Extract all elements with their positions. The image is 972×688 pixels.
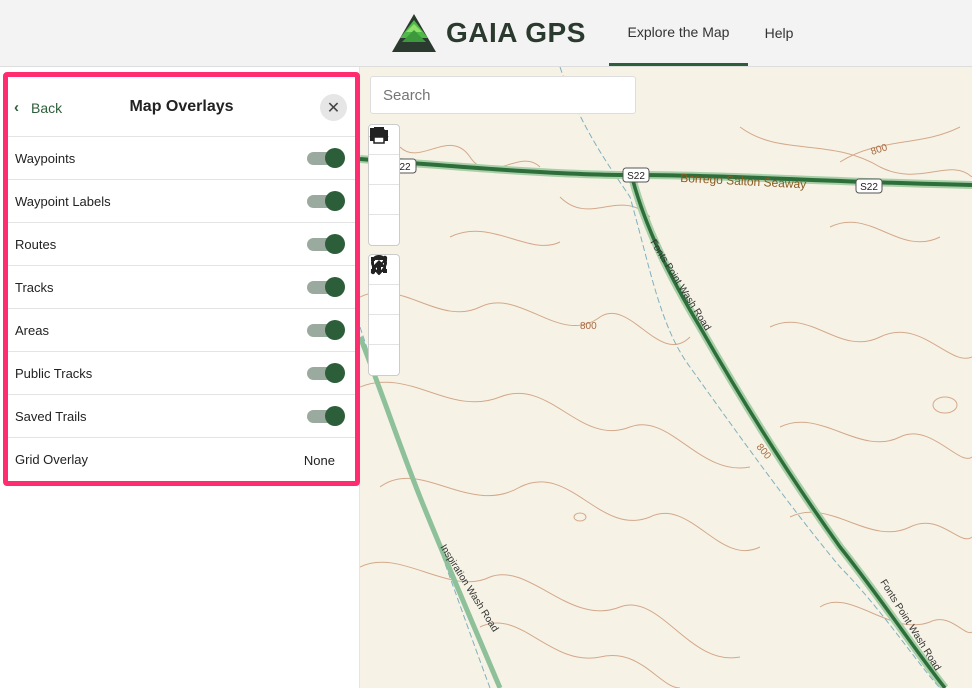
map-overlays-panel: ‹ Back Map Overlays ✕ Waypoints Waypoint… (3, 72, 360, 486)
contour-label-2: 800 (580, 321, 597, 332)
settings-button[interactable] (369, 127, 399, 215)
wash1-label: Fonts Point Wash Road (647, 238, 712, 333)
grid-overlay-row[interactable]: Grid Overlay None (8, 438, 355, 482)
overlay-row-saved-trails: Saved Trails (8, 395, 355, 438)
folder-button[interactable] (369, 128, 399, 185)
overlay-row-waypoint-labels: Waypoint Labels (8, 180, 355, 223)
nav-explore-map[interactable]: Explore the Map (609, 0, 748, 66)
overlay-row-areas: Areas (8, 309, 355, 352)
close-icon: ✕ (326, 99, 341, 117)
overlay-label: Tracks (15, 280, 54, 295)
map-graphics: 22 S22 S22 Borrego Salton Seaway Fonts P… (360, 67, 972, 688)
overlay-label: Areas (15, 323, 49, 338)
overlay-row-waypoints: Waypoints (8, 137, 355, 180)
add-area-button[interactable] (369, 257, 399, 345)
print-button[interactable] (369, 127, 399, 245)
grid-overlay-label: Grid Overlay (15, 452, 88, 467)
overlay-label: Public Tracks (15, 366, 93, 381)
overlay-row-public-tracks: Public Tracks (8, 352, 355, 395)
top-header: GAIA GPS Explore the Map Help (0, 0, 972, 67)
public-tracks-toggle[interactable] (307, 363, 345, 383)
toolbar-top (368, 124, 400, 246)
gaia-logo[interactable]: GAIA GPS (390, 12, 586, 54)
upload-icon (372, 257, 386, 273)
overlay-label: Routes (15, 237, 57, 252)
overlay-row-tracks: Tracks (8, 266, 355, 309)
overlay-label: Waypoints (15, 151, 76, 166)
print-icon (370, 127, 388, 144)
routes-toggle[interactable] (307, 234, 345, 254)
toolbar-create (368, 254, 400, 376)
nav-help[interactable]: Help (756, 0, 802, 66)
grid-overlay-value[interactable]: None (304, 453, 335, 468)
panel-title: Map Overlays (129, 98, 234, 115)
road-name-label: Borrego Salton Seaway (680, 171, 807, 192)
overlay-row-routes: Routes (8, 223, 355, 266)
mountain-logo-icon (392, 14, 436, 52)
contour-label-1: 800 (870, 142, 890, 158)
add-route-button[interactable] (369, 255, 399, 315)
close-button[interactable]: ✕ (320, 94, 347, 121)
overlay-label: Waypoint Labels (15, 194, 111, 209)
saved-trails-toggle[interactable] (307, 406, 345, 426)
overlay-label: Saved Trails (15, 409, 87, 424)
panel-header: ‹ Back Map Overlays ✕ (8, 77, 355, 137)
shield-label-2: S22 (627, 171, 645, 182)
inspiration-wash-road (360, 336, 503, 688)
wash1-label-2: Fonts Point Wash Road (877, 578, 942, 673)
search-input[interactable] (370, 76, 636, 114)
shield-label-3: S22 (860, 182, 878, 193)
areas-toggle[interactable] (307, 320, 345, 340)
brand-name: GAIA GPS (446, 17, 586, 48)
map-canvas[interactable]: 22 S22 S22 Borrego Salton Seaway Fonts P… (360, 67, 972, 688)
upload-button[interactable] (369, 257, 399, 375)
tracks-toggle[interactable] (307, 277, 345, 297)
waypoints-toggle[interactable] (307, 148, 345, 168)
shield-label-1: 22 (399, 162, 411, 173)
waypoint-labels-toggle[interactable] (307, 191, 345, 211)
wash-lines (360, 67, 941, 688)
